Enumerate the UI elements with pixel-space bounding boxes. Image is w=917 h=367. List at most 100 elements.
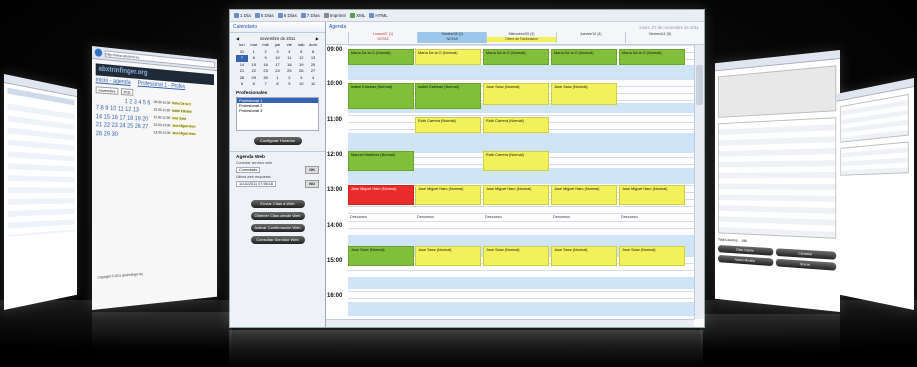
next-month-icon[interactable]: ▶ bbox=[316, 36, 319, 41]
day-column-header[interactable]: Lunes/07 (1) NOTAS bbox=[348, 32, 417, 43]
day-column-header[interactable]: Martes/08 (2) NOTAS bbox=[417, 32, 487, 43]
appointment[interactable]: Descanso bbox=[415, 214, 481, 222]
web-slot[interactable]: 09:30-10:30 María De la O bbox=[154, 100, 210, 107]
calendar-grid[interactable]: lun mar mié jue vie sáb dom 31 1 2 3 4 5 6 7 8 9 10 11 12 13… bbox=[236, 42, 319, 88]
slot-line bbox=[348, 291, 694, 292]
activate-web-button[interactable]: Activar Confirmación Web bbox=[250, 223, 305, 232]
free-slot-band[interactable] bbox=[348, 133, 694, 153]
appointment[interactable]: Jose Sanz (Normal) bbox=[348, 246, 414, 266]
appointment[interactable]: Ruth Carrera (Normal) bbox=[415, 117, 481, 133]
day-column-header[interactable]: Jueves/10 (4) bbox=[555, 32, 625, 43]
horizontal-scrollbar[interactable] bbox=[326, 319, 694, 327]
appointment[interactable]: Descanso bbox=[619, 214, 685, 222]
view-1-day-button[interactable]: 1 Día bbox=[234, 13, 251, 18]
appointment[interactable]: María De la O (Normal) bbox=[348, 49, 414, 65]
appointment[interactable]: María De la O (Normal) bbox=[551, 49, 617, 65]
vertical-scrollbar[interactable] bbox=[694, 45, 704, 319]
appointment[interactable]: Descanso bbox=[551, 214, 617, 222]
appointment[interactable]: Jose Miguel Haro (Normal) bbox=[551, 185, 617, 205]
calendar-day[interactable]: 7 bbox=[260, 81, 272, 88]
appointment[interactable]: María De la O (Normal) bbox=[619, 49, 685, 65]
back-icon[interactable] bbox=[94, 48, 103, 57]
appointment[interactable]: Jose Sanz (Normal) bbox=[483, 83, 549, 105]
appointment[interactable]: Jose Miguel Haro (Normal) bbox=[619, 185, 685, 205]
sync-label: Última web respuesta bbox=[236, 174, 271, 179]
right-window: Total Columns: 188 Citas Cliente Cancela… bbox=[714, 50, 840, 312]
view-5-days-button[interactable]: 5 Días bbox=[254, 13, 274, 18]
appointment[interactable]: María De la O (Normal) bbox=[415, 49, 481, 65]
appointment[interactable]: Isabel Esteban (Normal) bbox=[415, 83, 481, 109]
slot-line bbox=[348, 45, 694, 46]
html-button[interactable]: HTML bbox=[369, 13, 388, 18]
sync-value: 11/11/2011 07:56:16 bbox=[236, 180, 276, 187]
appointment[interactable]: Jose Sanz (Normal) bbox=[551, 83, 617, 105]
profesional-item[interactable]: Profesional 3 bbox=[237, 108, 318, 113]
appointment[interactable]: Jose Sanz (Normal) bbox=[483, 246, 549, 266]
calendar-day[interactable]: 5 bbox=[236, 81, 248, 88]
agenda-date: lunes, 07 de noviembre de 2011 bbox=[639, 25, 699, 30]
note-event[interactable]: Cierre de Facturación bbox=[487, 37, 556, 42]
slot-line bbox=[348, 206, 694, 207]
tb-label: 7 Días bbox=[306, 13, 320, 18]
web-footer: Copyright © 2011 abxtrinfinger.org bbox=[97, 271, 144, 280]
appointment[interactable]: Isabel Esteban (Normal) bbox=[348, 83, 414, 109]
scroll-thumb[interactable] bbox=[696, 65, 703, 105]
month-select[interactable]: noviembre bbox=[95, 86, 119, 95]
day-column-header[interactable]: Viernes/11 (5) bbox=[624, 32, 694, 43]
configure-schedule-button[interactable]: Configurar Horarios bbox=[253, 136, 302, 145]
get-web-button[interactable]: Obtener Citas desde Web bbox=[250, 211, 305, 220]
right-button[interactable]: Cancelar bbox=[775, 248, 837, 260]
slot-line bbox=[348, 298, 694, 299]
calendar-day[interactable]: 6 bbox=[248, 81, 260, 88]
sync-no-button[interactable]: NO bbox=[305, 179, 319, 188]
agenda-grid[interactable]: 09:00 10:00 11:00 12:00 13:00 14:00 15:00 16:00… bbox=[326, 45, 694, 320]
tb-label: 1 Día bbox=[240, 13, 251, 18]
calendar-day[interactable]: 10 bbox=[295, 81, 307, 88]
appointment[interactable]: María De la O (Normal) bbox=[483, 49, 549, 65]
slot-line bbox=[348, 79, 694, 80]
year-select[interactable]: 2011 bbox=[120, 88, 134, 96]
calendar-day[interactable]: 9 bbox=[283, 81, 295, 88]
right-button[interactable]: Borrar bbox=[775, 258, 837, 271]
web-calendar[interactable]: 1 2 3 4 5 6 7 8 9 10 11 12 13 14 15 16 1… bbox=[96, 96, 151, 140]
appointment[interactable]: Jose Miguel Haro (Normal) bbox=[415, 185, 481, 205]
view-6-days-button[interactable]: 6 Días bbox=[277, 13, 297, 18]
appointment[interactable]: Descanso bbox=[348, 214, 414, 222]
conn-ok-button[interactable]: OK bbox=[305, 165, 319, 174]
main-window-reflection bbox=[229, 330, 703, 367]
appointment[interactable]: Jose Sanz (Normal) bbox=[415, 246, 481, 266]
month-calendar[interactable]: ◀ noviembre de 2011 ▶ lun mar mié jue vie sáb… bbox=[236, 36, 319, 88]
appointment[interactable]: Jose Miguel Haro (Normal) bbox=[483, 185, 549, 205]
prev-month-icon[interactable]: ◀ bbox=[236, 36, 239, 41]
appointment[interactable]: Jose Sanz (Normal) bbox=[619, 246, 685, 266]
appointment[interactable]: Descanso bbox=[483, 214, 549, 222]
free-slot-band[interactable] bbox=[348, 65, 694, 79]
web-slot[interactable]: 10:30-11:30 Isabel Esteban bbox=[154, 108, 210, 115]
right-button[interactable]: Nuevo Modelo bbox=[717, 254, 773, 267]
far-right-table bbox=[840, 141, 909, 176]
calendar-day[interactable]: 8 bbox=[272, 81, 284, 88]
send-web-button[interactable]: Enviar Citas a Web bbox=[250, 199, 305, 208]
nav-links[interactable]: inicio - agenda bbox=[96, 77, 131, 86]
right-button[interactable]: Citas Cliente bbox=[717, 244, 773, 256]
calendar-day[interactable]: 11 bbox=[307, 81, 319, 88]
query-web-button[interactable]: Consultar Servidor Web bbox=[250, 235, 305, 244]
appointment[interactable]: Jose Miguel Haro (Normal) bbox=[348, 185, 414, 205]
day-column-header[interactable]: Miércoles/09 (3) Cierre de Facturación bbox=[486, 32, 556, 43]
xml-button[interactable]: XML bbox=[350, 13, 365, 18]
appointment[interactable]: Ruth Carrera (Normal) bbox=[483, 117, 549, 133]
profesionales-list[interactable]: Profesional 1 Profesional 2 Profesional … bbox=[236, 96, 319, 131]
view-7-days-button[interactable]: 7 Días bbox=[300, 13, 320, 18]
print-button[interactable]: Imprimir bbox=[323, 13, 347, 18]
appointment[interactable]: Ruth Carrera (Normal) bbox=[483, 151, 549, 171]
free-slot-band[interactable] bbox=[348, 277, 694, 289]
hour-label: 11:00 bbox=[327, 117, 343, 123]
appointment[interactable]: Jose Sanz (Normal) bbox=[551, 246, 617, 266]
free-slot-band[interactable] bbox=[348, 302, 694, 316]
web-slot[interactable]: 13:30-14:30 Jose Miguel Haro bbox=[154, 130, 210, 136]
web-slot[interactable]: 12:30-13:30 Jose Miguel Haro bbox=[154, 123, 210, 129]
far-right-content bbox=[840, 93, 909, 143]
tb-label: Imprimir bbox=[329, 13, 347, 18]
appointment[interactable]: Manuel Martínez (Normal) bbox=[348, 151, 414, 171]
web-slot[interactable]: 11:30-12:30 Jose Sanz bbox=[154, 115, 210, 122]
